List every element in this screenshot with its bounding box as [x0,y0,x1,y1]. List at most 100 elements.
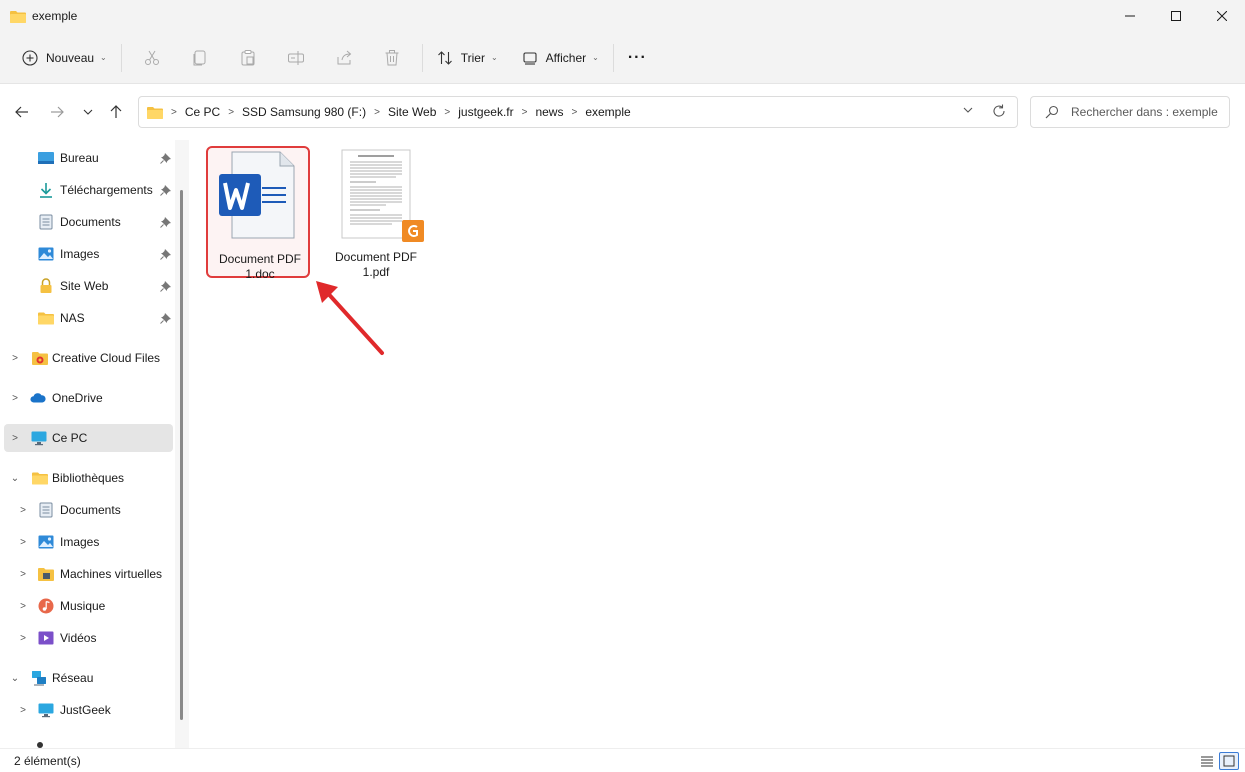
sidebar-item-lib-musique[interactable]: > Musique [0,592,175,620]
large-icons-view-button[interactable] [1219,752,1239,770]
cut-button[interactable] [132,42,172,74]
minimize-icon [1125,15,1135,17]
sidebar-item-creative-cloud[interactable]: > Creative Cloud Files [0,344,175,372]
expand-chevron-icon[interactable]: > [17,601,29,612]
expand-chevron-icon[interactable]: > [17,505,29,516]
share-icon [337,50,352,64]
sidebar-item-site-web[interactable]: Site Web [0,272,175,300]
expand-chevron-icon[interactable]: > [17,569,29,580]
forward-button[interactable] [44,98,70,126]
sidebar-item-bibliotheques[interactable]: ⌄ Bibliothèques [0,464,175,492]
user-icon [37,742,43,748]
copy-button[interactable] [180,42,220,74]
paste-button[interactable] [228,42,268,74]
sidebar-item-ce-pc[interactable]: > Ce PC [4,424,173,452]
new-button[interactable]: Nouveau ⌄ [14,42,115,74]
search-placeholder: Rechercher dans : exemple [1071,105,1218,119]
sidebar-item-telechargements[interactable]: Téléchargements [0,176,175,204]
sidebar-item-onedrive[interactable]: > OneDrive [0,384,175,412]
sidebar-item-label: Images [60,247,100,261]
scrollbar-thumb[interactable] [180,190,183,720]
expand-chevron-icon[interactable]: > [9,433,21,444]
desktop-icon [38,152,54,164]
folder-icon [147,106,163,119]
address-history-button[interactable] [963,105,973,116]
pin-icon [160,217,171,228]
chevron-down-icon: ⌄ [592,53,599,62]
share-button[interactable] [324,42,364,74]
sort-button-label: Trier [460,50,485,65]
collapse-chevron-icon[interactable]: ⌄ [9,473,21,484]
sidebar-item-lib-documents[interactable]: > Documents [0,496,175,524]
sidebar-item-label: Vidéos [60,631,97,645]
maximize-button[interactable] [1153,0,1199,32]
more-options-button[interactable]: ··· [620,42,655,74]
sidebar-item-lib-images[interactable]: > Images [0,528,175,556]
breadcrumb-item[interactable]: Site Web [388,105,436,119]
up-button[interactable] [103,98,129,126]
close-icon [1217,11,1227,21]
plus-circle-icon [22,49,38,66]
recent-locations-button[interactable] [75,98,101,126]
sidebar-item-images[interactable]: Images [0,240,175,268]
file-item-pdf[interactable]: Document PDF 1.pdf [324,146,428,279]
sidebar-item-label: Documents [60,215,121,229]
sidebar-item-reseau[interactable]: ⌄ Réseau [0,664,175,692]
address-bar[interactable]: > Ce PC > SSD Samsung 980 (F:) > Site We… [138,96,1018,128]
view-button[interactable]: Afficher ⌄ [514,42,607,74]
expand-chevron-icon[interactable]: > [17,705,29,716]
document-icon [39,214,53,230]
file-name-line: Document PDF [334,250,418,264]
expand-chevron-icon[interactable]: > [9,393,21,404]
rename-button[interactable] [276,42,316,74]
breadcrumb-item[interactable]: news [535,105,563,119]
sidebar-item-bureau[interactable]: Bureau [0,144,175,172]
toolbar-separator [612,43,614,72]
network-icon [32,671,46,686]
breadcrumb-separator: > [374,106,380,118]
breadcrumb-item[interactable]: Ce PC [185,105,220,119]
sidebar-item-documents[interactable]: Documents [0,208,175,236]
breadcrumb-item[interactable]: exemple [585,105,630,119]
details-view-button[interactable] [1197,752,1217,770]
sidebar-item-partial[interactable] [0,736,175,748]
sidebar-item-label: NAS [60,311,85,325]
pin-icon [160,313,171,324]
expand-chevron-icon[interactable]: > [9,353,21,364]
sidebar-scrollbar[interactable] [175,140,189,748]
close-button[interactable] [1199,0,1245,32]
rename-icon [287,50,304,65]
view-button-label: Afficher [545,50,587,65]
refresh-button[interactable] [991,103,1007,122]
file-view: Document PDF 1.doc Document PDF 1.pdf [190,140,1245,748]
computer-icon [38,703,54,718]
cloud-icon [30,393,46,403]
chevron-down-icon [83,109,93,115]
sidebar-item-label: Bibliothèques [52,471,125,485]
file-name-line: 1.doc [245,267,275,281]
expand-chevron-icon[interactable]: > [17,633,29,644]
item-count: 2 élément(s) [14,754,81,768]
word-document-icon [219,151,295,239]
sort-button[interactable]: Trier ⌄ [429,42,506,74]
sidebar-item-nas[interactable]: NAS [0,304,175,332]
video-icon [38,631,54,645]
minimize-button[interactable] [1107,0,1153,32]
file-item-word[interactable]: Document PDF 1.doc [206,146,310,281]
sort-icon [437,50,452,65]
breadcrumb-separator: > [444,106,451,118]
breadcrumb-item[interactable]: SSD Samsung 980 (F:) [242,105,366,119]
sidebar-item-lib-machines-virtuelles[interactable]: > Machines virtuelles [0,560,175,588]
breadcrumb-item[interactable]: justgeek.fr [458,105,513,119]
image-icon [38,535,54,549]
expand-chevron-icon[interactable]: > [17,537,29,548]
back-button[interactable] [9,98,35,126]
delete-button[interactable] [372,42,412,74]
breadcrumb-separator: > [228,106,235,118]
collapse-chevron-icon[interactable]: ⌄ [9,673,21,684]
refresh-icon [993,104,1005,117]
new-button-label: Nouveau [46,50,95,65]
sidebar-item-justgeek[interactable]: > JustGeek [0,696,175,724]
sidebar-item-lib-videos[interactable]: > Vidéos [0,624,175,652]
search-box[interactable]: Rechercher dans : exemple [1030,96,1230,128]
